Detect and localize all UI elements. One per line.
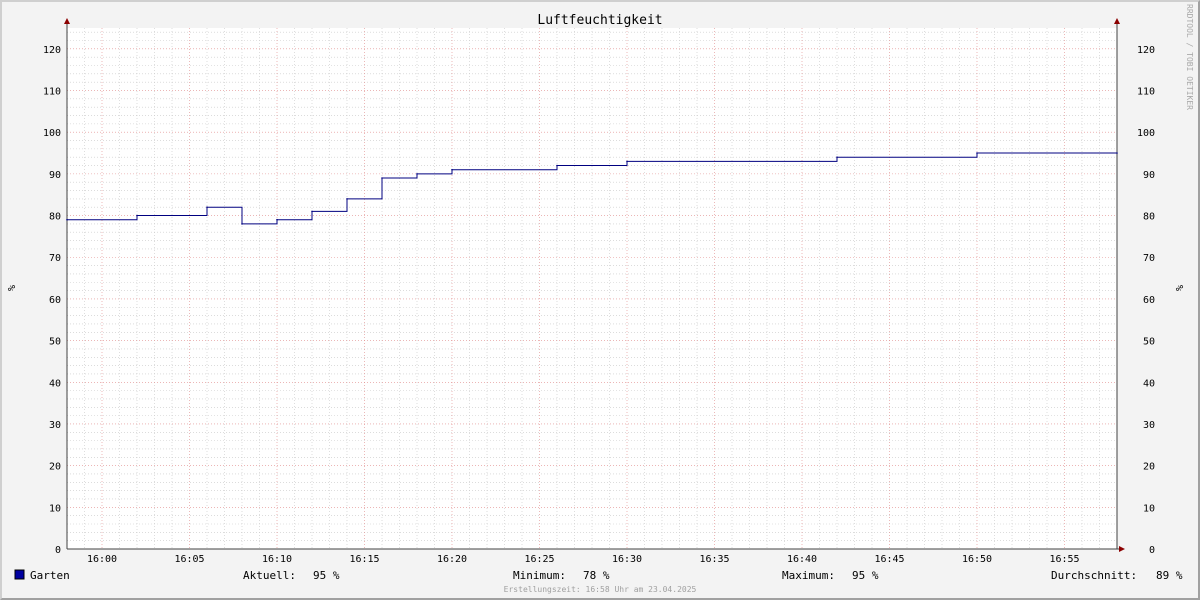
chart-title: Luftfeuchtigkeit [537, 13, 662, 28]
x-tick-label: 16:20 [437, 554, 467, 565]
x-tick-label: 16:10 [262, 554, 292, 565]
x-tick-label: 16:30 [612, 554, 642, 565]
stat-maximum-value: 95 % [852, 569, 879, 582]
watermark: RRDTOOL / TOBI OETIKER [1185, 4, 1194, 110]
stat-minimum-value: 78 % [583, 569, 610, 582]
y-tick-label-right: 120 [1137, 45, 1155, 56]
y-tick-label-left: 0 [55, 545, 61, 556]
data-point [626, 160, 628, 163]
data-point [311, 210, 313, 213]
data-point [836, 156, 838, 159]
y-axis-arrow-left [64, 18, 70, 24]
y-tick-label-left: 50 [49, 337, 61, 348]
x-tick-label: 16:25 [524, 554, 554, 565]
y-tick-label-left: 80 [49, 212, 61, 223]
stat-aktuell-label: Aktuell: [243, 569, 296, 582]
y-tick-label-right: 100 [1137, 128, 1155, 139]
y-tick-label-right: 40 [1143, 378, 1155, 389]
y-tick-label-right: 80 [1143, 212, 1155, 223]
data-point [556, 164, 558, 167]
data-point [1116, 152, 1118, 154]
x-tick-label: 16:15 [349, 554, 379, 565]
x-tick-label: 16:40 [787, 554, 817, 565]
data-point [381, 177, 383, 179]
creation-timestamp: Erstellungszeit: 16:58 Uhr am 23.04.2025 [504, 585, 697, 594]
y-tick-label-left: 90 [49, 170, 61, 181]
data-point [276, 218, 278, 221]
data-point [346, 198, 348, 200]
data-point [976, 152, 978, 154]
stat-maximum-label: Maximum: [782, 569, 835, 582]
y-tick-label-right: 70 [1143, 253, 1155, 264]
data-point [416, 173, 418, 175]
y-axis-label-left: % [5, 285, 16, 291]
y-tick-label-left: 30 [49, 420, 61, 431]
x-tick-label: 16:00 [87, 554, 117, 565]
y-tick-label-left: 20 [49, 462, 61, 473]
x-tick-label: 16:55 [1049, 554, 1079, 565]
y-tick-label-right: 0 [1149, 545, 1155, 556]
y-tick-label-right: 30 [1143, 420, 1155, 431]
x-tick-label: 16:45 [874, 554, 904, 565]
y-tick-label-left: 100 [43, 128, 61, 139]
y-tick-label-left: 110 [43, 87, 61, 98]
y-tick-label-right: 50 [1143, 337, 1155, 348]
y-tick-label-left: 40 [49, 378, 61, 389]
y-axis-label-right: % [1173, 285, 1184, 291]
stat-aktuell-value: 95 % [313, 569, 340, 582]
data-point [206, 206, 208, 209]
data-point [66, 218, 68, 221]
humidity-chart: Luftfeuchtigkeit RRDTOOL / TOBI OETIKER … [5, 4, 1194, 594]
stat-durchschnitt-value: 89 % [1156, 569, 1183, 582]
y-tick-label-right: 60 [1143, 295, 1155, 306]
x-tick-label: 16:05 [174, 554, 204, 565]
y-tick-label-right: 90 [1143, 170, 1155, 181]
y-tick-label-left: 120 [43, 45, 61, 56]
y-tick-label-right: 20 [1143, 462, 1155, 473]
data-point [451, 168, 453, 171]
x-tick-label: 16:35 [699, 554, 729, 565]
y-tick-label-left: 70 [49, 253, 61, 264]
x-axis-arrow [1119, 546, 1125, 552]
y-tick-label-left: 10 [49, 503, 61, 514]
data-point [136, 214, 138, 217]
x-tick-label: 16:50 [962, 554, 992, 565]
y-axis-arrow-right [1114, 18, 1120, 24]
legend-series-name: Garten [30, 569, 70, 582]
stat-minimum-label: Minimum: [513, 569, 566, 582]
y-tick-label-left: 60 [49, 295, 61, 306]
legend-swatch-garten [14, 569, 25, 580]
y-tick-label-right: 110 [1137, 87, 1155, 98]
y-tick-label-right: 10 [1143, 503, 1155, 514]
stat-durchschnitt-label: Durchschnitt: [1051, 569, 1137, 582]
data-point [241, 223, 243, 225]
